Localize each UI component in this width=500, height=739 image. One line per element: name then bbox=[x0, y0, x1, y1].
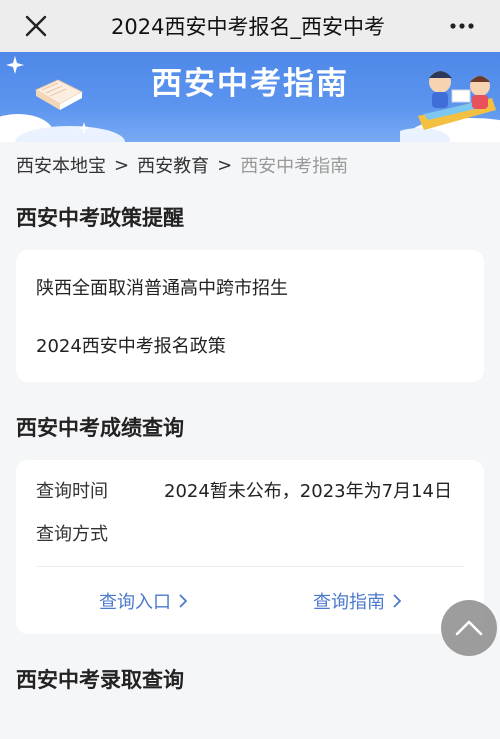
query-entry-link[interactable]: 查询入口 bbox=[36, 588, 250, 614]
chevron-right-icon bbox=[179, 593, 187, 608]
score-links: 查询入口 查询指南 bbox=[36, 566, 464, 634]
query-time-value: 2024暂未公布，2023年为7月14日 bbox=[164, 481, 452, 502]
page-title: 2024西安中考报名_西安中考 bbox=[111, 15, 385, 39]
chevron-up-icon bbox=[455, 620, 483, 636]
scroll-to-top-button[interactable] bbox=[441, 600, 497, 656]
breadcrumb-separator: > bbox=[114, 154, 130, 176]
close-icon bbox=[25, 15, 47, 37]
breadcrumb-item-education[interactable]: 西安教育 bbox=[137, 152, 209, 178]
query-time-label: 查询时间 bbox=[36, 481, 108, 502]
more-button[interactable] bbox=[442, 8, 482, 44]
query-guide-label: 查询指南 bbox=[313, 591, 385, 613]
chevron-right-icon bbox=[393, 593, 401, 608]
policy-link-registration[interactable]: 2024西安中考报名政策 bbox=[36, 316, 464, 374]
breadcrumb-item-home[interactable]: 西安本地宝 bbox=[16, 152, 106, 178]
sparkle-icon bbox=[78, 122, 90, 134]
kids-reading-illustration bbox=[400, 71, 500, 142]
top-bar: 2024西安中考报名_西安中考 bbox=[0, 0, 500, 52]
query-method-row: 查询方式 bbox=[36, 521, 464, 548]
breadcrumb-item-current: 西安中考指南 bbox=[240, 156, 349, 177]
query-guide-link[interactable]: 查询指南 bbox=[250, 588, 464, 614]
score-section-title: 西安中考成绩查询 bbox=[16, 416, 184, 440]
query-time-row: 查询时间 2024暂未公布，2023年为7月14日 bbox=[36, 478, 464, 505]
banner: 西安中考指南 bbox=[0, 52, 500, 142]
query-entry-label: 查询入口 bbox=[99, 591, 171, 613]
breadcrumb: 西安本地宝 > 西安教育 > 西安中考指南 bbox=[0, 142, 500, 188]
policy-link-cross-city[interactable]: 陕西全面取消普通高中跨市招生 bbox=[36, 258, 464, 316]
close-button[interactable] bbox=[18, 8, 54, 44]
policy-card: 陕西全面取消普通高中跨市招生 2024西安中考报名政策 bbox=[16, 250, 484, 382]
admission-section-title: 西安中考录取查询 bbox=[16, 668, 184, 692]
query-method-value bbox=[164, 521, 464, 548]
score-card: 查询时间 2024暂未公布，2023年为7月14日 查询方式 查询入口 查询指南 bbox=[16, 460, 484, 634]
query-method-label: 查询方式 bbox=[36, 524, 108, 545]
policy-section-title: 西安中考政策提醒 bbox=[16, 206, 184, 230]
breadcrumb-separator: > bbox=[217, 154, 233, 176]
more-horizontal-icon bbox=[450, 23, 474, 29]
